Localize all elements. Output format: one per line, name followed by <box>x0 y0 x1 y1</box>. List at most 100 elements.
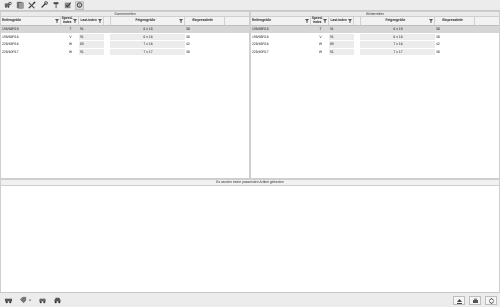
cell-rim: 6 x 16 <box>110 33 185 40</box>
column-label-load: Last.index <box>80 18 97 23</box>
print-icon[interactable] <box>469 296 481 305</box>
cell-press: 38 <box>436 27 440 32</box>
cell-speed: T <box>69 27 72 32</box>
cell-load: 91 <box>79 33 104 40</box>
tools-icon[interactable] <box>27 1 36 10</box>
bottom-toolbar <box>0 292 500 307</box>
cell-speed: T <box>319 27 322 32</box>
filter-icon[interactable] <box>54 19 59 23</box>
cell-press: 38 <box>186 49 190 54</box>
cell-load: 89 <box>79 41 104 48</box>
cell-size: 225/40R17 <box>252 49 269 54</box>
filter-icon[interactable] <box>347 19 352 23</box>
filter-icon[interactable] <box>72 19 77 23</box>
no-results-message: Es wurden keine passenden Artikel gefund… <box>0 179 500 186</box>
cell-rim: 7 x 17 <box>360 48 435 55</box>
filter-icon[interactable] <box>179 19 184 23</box>
cell-size: 195/65R16 <box>252 34 269 39</box>
column-header-extra <box>225 17 249 25</box>
cell-load: 91 <box>329 48 354 55</box>
cell-speed: W <box>68 49 73 54</box>
column-label-speed: Speed- Index <box>311 16 323 24</box>
cell-speed: W <box>68 42 73 47</box>
column-header-size[interactable]: Reifengröße <box>251 17 311 25</box>
cell-speed: W <box>318 42 323 47</box>
column-header-press[interactable]: Einpresstiefe <box>185 17 226 25</box>
wheel-icon[interactable] <box>75 0 84 10</box>
cell-size: 195/65R16 <box>2 34 19 39</box>
cell-load: 91 <box>329 33 354 40</box>
cell-press: 42 <box>186 42 190 47</box>
cell-press: 38 <box>186 27 190 32</box>
cell-rim: 6 x 16 <box>360 33 435 40</box>
filter-icon[interactable] <box>304 19 309 23</box>
bottom-right-actions <box>449 296 497 305</box>
table-row[interactable]: 225/40R17 W 91 7 x 17 38 <box>1 48 249 56</box>
cell-load: 91 <box>79 48 104 55</box>
cell-size: 225/40R17 <box>2 49 19 54</box>
cell-load: 91 <box>79 26 104 33</box>
cell-press: 38 <box>436 49 440 54</box>
column-header-size[interactable]: Reifengröße <box>1 17 61 25</box>
table-row[interactable]: 225/40R17 W 91 7 x 17 38 <box>251 48 499 56</box>
tag-dropdown-icon[interactable] <box>19 296 32 305</box>
car-search-icon[interactable] <box>3 1 12 10</box>
winter-tires-panel: Winterreifen Reifengröße Speed- Index La… <box>250 11 500 179</box>
filter-icon[interactable] <box>97 19 102 23</box>
column-header-press[interactable]: Einpresstiefe <box>435 17 476 25</box>
column-header-rim[interactable]: Felgengröße <box>111 17 186 25</box>
filter-icon[interactable] <box>322 19 327 23</box>
column-label-load: Last.index <box>330 18 347 23</box>
cell-rim: 7 x 17 <box>110 48 185 55</box>
cell-press: 42 <box>436 42 440 47</box>
cell-size: 195/65R15 <box>252 27 269 32</box>
cell-press: 38 <box>436 34 440 39</box>
checklist-icon[interactable] <box>63 1 72 10</box>
column-header-speed[interactable]: Speed- Index <box>311 17 329 25</box>
top-toolbar <box>0 0 500 11</box>
cell-size: 225/45R16 <box>252 42 269 47</box>
cell-load: 89 <box>329 41 354 48</box>
vehicle-icon[interactable] <box>4 296 13 305</box>
table-row[interactable]: 195/65R16 V 91 6 x 16 38 <box>1 33 249 41</box>
filter-icon[interactable] <box>429 19 434 23</box>
car-icon[interactable] <box>38 296 47 305</box>
expand-icon[interactable] <box>485 296 497 305</box>
column-header-extra <box>475 17 499 25</box>
cell-load: 91 <box>329 26 354 33</box>
column-header-rim[interactable]: Felgengröße <box>361 17 436 25</box>
table-row[interactable]: 225/45R16 W 89 7 x 16 42 <box>251 41 499 49</box>
column-label-press: Einpresstiefe <box>442 18 464 23</box>
cell-rim: 7 x 16 <box>110 41 185 48</box>
cell-speed: V <box>319 34 322 39</box>
cell-size: 195/65R15 <box>2 27 19 32</box>
winter-table-header: Reifengröße Speed- Index Last.index Felg… <box>251 17 499 26</box>
column-label-rim: Felgengröße <box>135 18 156 23</box>
table-row[interactable]: 195/65R16 V 91 6 x 16 38 <box>251 33 499 41</box>
column-header-load[interactable]: Last.index <box>79 17 104 25</box>
column-label-rim: Felgengröße <box>385 18 406 23</box>
table-row[interactable]: 225/45R16 W 89 7 x 16 42 <box>1 41 249 49</box>
cell-press: 38 <box>186 34 190 39</box>
column-label-press: Einpresstiefe <box>192 18 214 23</box>
column-header-spacer <box>104 17 111 25</box>
table-row[interactable]: 195/65R15 T 91 6 x 15 38 <box>251 26 499 34</box>
summer-tires-panel: Sommerreifen Reifengröße Speed- Index La… <box>0 11 250 179</box>
cell-speed: V <box>69 34 72 39</box>
summer-table-header: Reifengröße Speed- Index Last.index Felg… <box>1 17 249 26</box>
column-header-speed[interactable]: Speed- Index <box>61 17 79 25</box>
cell-rim: 6 x 15 <box>360 26 435 33</box>
cell-size: 225/45R16 <box>2 42 19 47</box>
wrench-icon[interactable] <box>39 1 48 10</box>
table-row[interactable]: 195/65R15 T 91 6 x 15 38 <box>1 26 249 34</box>
cell-rim: 6 x 15 <box>110 26 185 33</box>
cell-speed: W <box>318 49 323 54</box>
column-header-spacer <box>354 17 361 25</box>
column-header-load[interactable]: Last.index <box>329 17 354 25</box>
column-label-size: Reifengröße <box>252 18 272 23</box>
cell-rim: 7 x 16 <box>360 41 435 48</box>
tire-catalog-icon[interactable] <box>15 1 24 10</box>
hammer-icon[interactable] <box>51 1 60 10</box>
eject-icon[interactable] <box>453 296 465 305</box>
car-alt-icon[interactable] <box>53 296 62 305</box>
